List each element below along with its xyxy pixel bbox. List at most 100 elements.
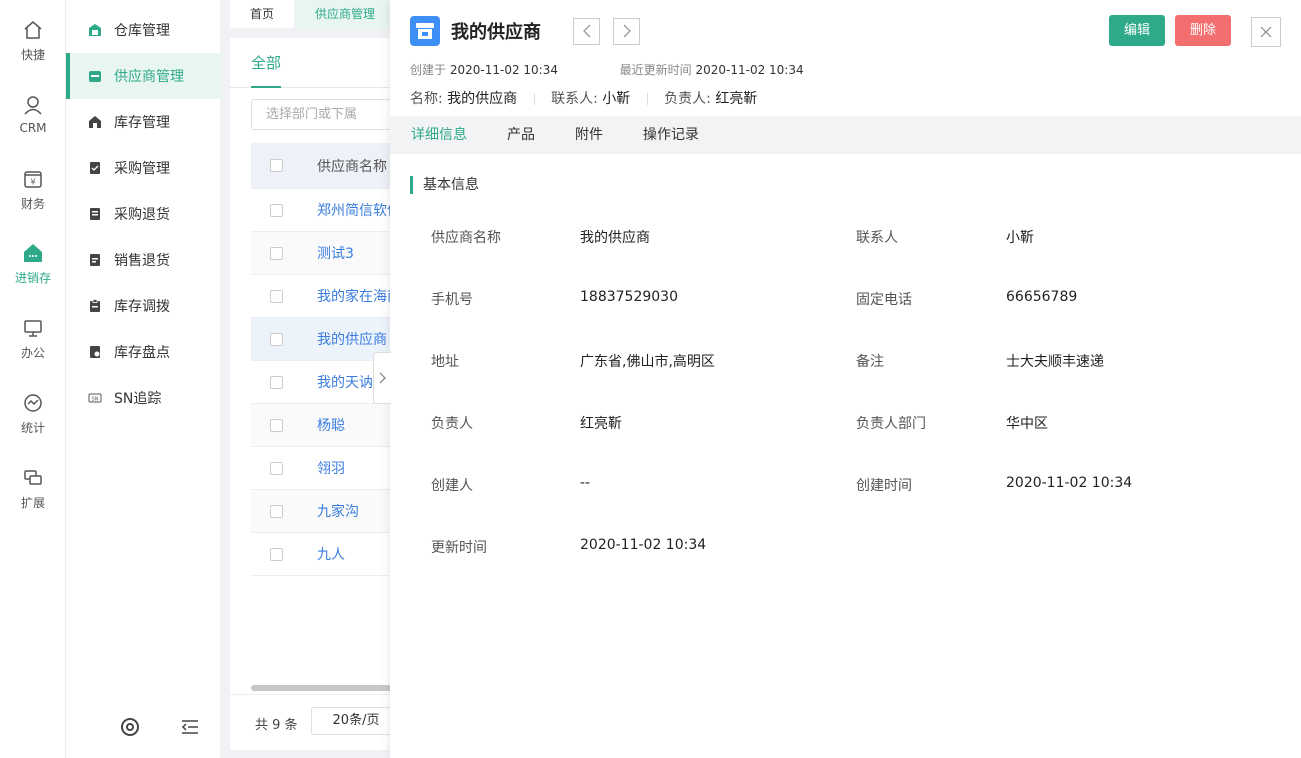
tab-details[interactable]: 详细信息 [411,116,467,154]
supplier-name-link[interactable]: 我的家在海南 [317,286,401,306]
row-checkbox[interactable] [270,203,283,217]
field-value: -- [580,475,591,491]
field-value: 华中区 [1006,416,1048,432]
field-value: 我的供应商 [580,230,650,246]
rail-item-stats[interactable]: 统计 [0,393,66,455]
rail-label: 进销存 [14,271,51,285]
rail-label: 扩展 [20,496,45,510]
supplier-name-link[interactable]: 我的天讷 [317,372,373,392]
created-label: 创建于 [410,63,447,77]
row-checkbox[interactable] [270,332,283,346]
row-checkbox[interactable] [270,547,283,561]
tab-products[interactable]: 产品 [507,116,535,154]
horizontal-scrollbar[interactable] [251,685,401,691]
inventory-house-icon [87,114,103,130]
field-label: 负责人部门 [856,416,926,432]
page-tab-home[interactable]: 首页 [230,0,295,28]
monitor-icon [24,320,42,337]
submenu-label: 库存盘点 [114,345,170,361]
submenu-item-purchase[interactable]: 采购管理 [66,145,220,191]
settings-icon[interactable] [120,717,140,737]
previous-record-button[interactable] [573,17,600,45]
submenu-item-stocktake[interactable]: 库存盘点 [66,329,220,375]
submenu-item-sn-tracking[interactable]: SN SN追踪 [66,375,220,421]
summary-name-value: 我的供应商 [447,91,518,107]
chevron-left-icon [582,24,590,38]
drawer-tabs: 详细信息 产品 附件 操作记录 [390,116,1301,154]
tab-operation-log[interactable]: 操作记录 [643,116,699,154]
updated-label: 最近更新时间 [619,63,692,77]
supplier-name-link[interactable]: 翎羽 [317,458,345,478]
field-value: 66656789 [1006,289,1078,305]
supplier-name-link[interactable]: 郑州简信软件 [317,200,401,220]
stocktake-icon [87,344,103,360]
select-all-checkbox[interactable] [270,159,283,172]
updated-value: 2020-11-02 10:34 [695,63,804,77]
submenu-label: 销售退货 [114,253,170,269]
submenu-item-sales-return[interactable]: 销售退货 [66,237,220,283]
row-checkbox[interactable] [270,418,283,432]
supplier-store-icon [410,16,440,46]
sn-tag-icon: SN [87,390,103,406]
page-size-select[interactable]: 20条/页 [311,707,401,735]
row-checkbox[interactable] [270,504,283,518]
rail-item-extension[interactable]: 扩展 [0,468,66,530]
field-label: 联系人 [856,230,898,246]
row-checkbox[interactable] [270,375,283,389]
drawer-header: 我的供应商 [410,16,653,46]
row-checkbox[interactable] [270,461,283,475]
supplier-name-link[interactable]: 九人 [317,544,345,564]
tab-all[interactable]: 全部 [251,38,282,88]
column-header-supplier-name: 供应商名称 [317,158,387,175]
summary-name-label: 名称: [410,91,443,107]
record-meta: 创建于 2020-11-02 10:34 最近更新时间 2020-11-02 1… [410,61,804,78]
field-label: 负责人 [431,416,473,432]
close-icon [1260,26,1272,38]
sales-return-icon [87,252,103,268]
row-checkbox[interactable] [270,289,283,303]
rail-item-office[interactable]: 办公 [0,318,66,380]
submenu-label: 供应商管理 [114,69,184,85]
submenu-item-purchase-return[interactable]: 采购退货 [66,191,220,237]
submenu-item-stock[interactable]: 库存管理 [66,99,220,145]
rail-item-crm[interactable]: CRM [0,95,66,157]
submenu-label: 库存管理 [114,115,170,131]
supplier-name-link[interactable]: 九家沟 [317,501,359,521]
created-value: 2020-11-02 10:34 [449,63,558,77]
field-label: 供应商名称 [431,230,501,246]
delete-button[interactable]: 删除 [1175,15,1231,46]
submenu-item-warehouse[interactable]: 仓库管理 [66,7,220,53]
field-label: 地址 [431,354,459,370]
page-tab-supplier[interactable]: 供应商管理 [295,0,396,28]
summary-contact-value: 小靳 [602,91,631,107]
next-record-button[interactable] [613,17,640,45]
field-label: 创建时间 [856,478,912,494]
summary-owner-label: 负责人: [664,91,711,107]
collapse-menu-icon[interactable] [180,717,200,737]
rail-item-quick[interactable]: 快捷 [0,20,66,82]
left-icon-rail: 快捷 CRM ¥ 财务 进销存 办公 统计 扩展 [0,0,66,758]
supplier-name-link[interactable]: 测试3 [317,243,354,263]
tab-attachments[interactable]: 附件 [575,116,603,154]
record-summary: 名称: 我的供应商 联系人: 小靳 负责人: 红亮靳 [410,88,757,108]
submenu-label: 采购退货 [114,207,170,223]
edit-button[interactable]: 编辑 [1109,15,1165,46]
rail-item-inventory[interactable]: 进销存 [0,243,66,305]
drawer-title: 我的供应商 [451,22,541,43]
home-outline-icon [24,21,42,39]
rail-item-finance[interactable]: ¥ 财务 [0,169,66,231]
close-button[interactable] [1251,17,1281,47]
row-checkbox[interactable] [270,246,283,260]
field-label: 更新时间 [431,540,487,556]
submenu-label: 采购管理 [114,161,170,177]
field-value: 2020-11-02 10:34 [580,537,707,553]
drawer-collapse-handle[interactable] [373,352,391,404]
field-label: 创建人 [431,478,473,494]
supplier-name-link[interactable]: 我的供应商 [317,329,387,349]
field-value: 18837529030 [580,289,678,305]
supplier-name-link[interactable]: 杨聪 [317,415,345,435]
submenu-item-transfer[interactable]: 库存调拨 [66,283,220,329]
field-value: 小靳 [1006,230,1034,246]
supplier-store-icon [87,68,103,84]
submenu-item-supplier[interactable]: 供应商管理 [66,53,220,99]
